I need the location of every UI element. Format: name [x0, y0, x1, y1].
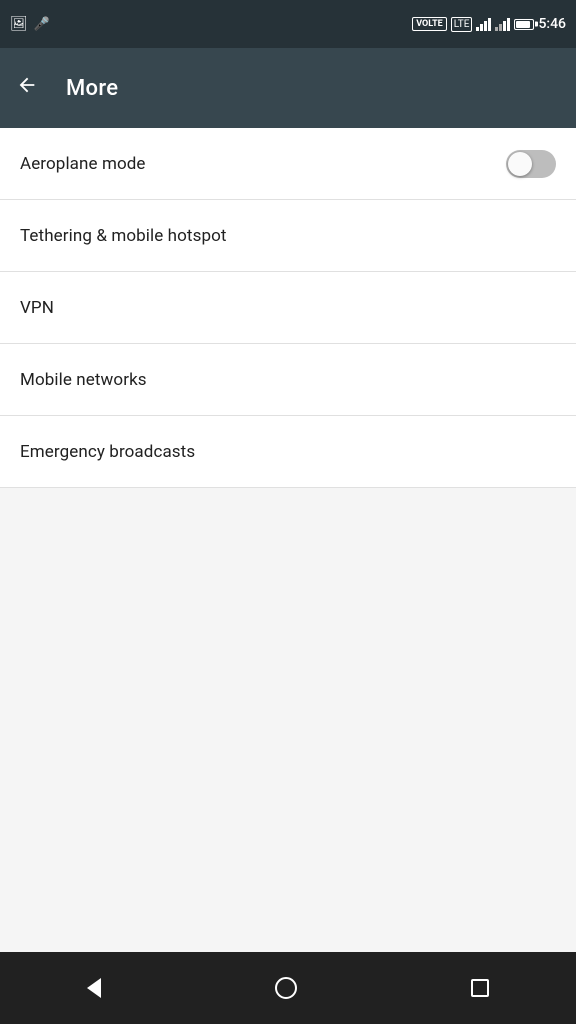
back-nav-icon	[87, 978, 101, 998]
recents-nav-icon	[471, 979, 489, 997]
mic-muted-icon: 🎤	[34, 17, 50, 32]
home-nav-icon	[275, 977, 297, 999]
bottom-navigation	[0, 952, 576, 1024]
status-bar-right: VOLTE LTE 5:46	[412, 16, 566, 32]
emergency-broadcasts-item[interactable]: Emergency broadcasts	[0, 416, 576, 488]
vpn-label: VPN	[20, 298, 54, 318]
nav-recents-button[interactable]	[451, 969, 509, 1007]
page-title: More	[66, 76, 118, 101]
mobile-networks-label: Mobile networks	[20, 370, 147, 390]
aeroplane-mode-item[interactable]: Aeroplane mode	[0, 128, 576, 200]
status-bar-left: 🖼 🎤	[10, 16, 50, 32]
nav-back-button[interactable]	[67, 968, 121, 1008]
signal-2-icon	[495, 17, 510, 31]
toggle-knob	[508, 152, 532, 176]
settings-list: Aeroplane mode Tethering & mobile hotspo…	[0, 128, 576, 488]
gallery-icon: 🖼	[10, 16, 28, 32]
battery-icon	[514, 19, 534, 30]
mobile-networks-item[interactable]: Mobile networks	[0, 344, 576, 416]
emergency-broadcasts-label: Emergency broadcasts	[20, 442, 195, 462]
tethering-item[interactable]: Tethering & mobile hotspot	[0, 200, 576, 272]
volte-badge: VOLTE	[412, 17, 447, 31]
aeroplane-mode-toggle[interactable]	[506, 150, 556, 178]
time-display: 5:46	[538, 16, 566, 32]
empty-content-area	[0, 488, 576, 952]
vpn-item[interactable]: VPN	[0, 272, 576, 344]
aeroplane-mode-label: Aeroplane mode	[20, 154, 146, 174]
nav-home-button[interactable]	[255, 967, 317, 1009]
signal-icon	[476, 17, 491, 31]
status-bar: 🖼 🎤 VOLTE LTE 5:46	[0, 0, 576, 48]
lte-icon: LTE	[451, 17, 473, 32]
tethering-label: Tethering & mobile hotspot	[20, 226, 227, 246]
back-button[interactable]	[8, 66, 46, 110]
app-bar: More	[0, 48, 576, 128]
